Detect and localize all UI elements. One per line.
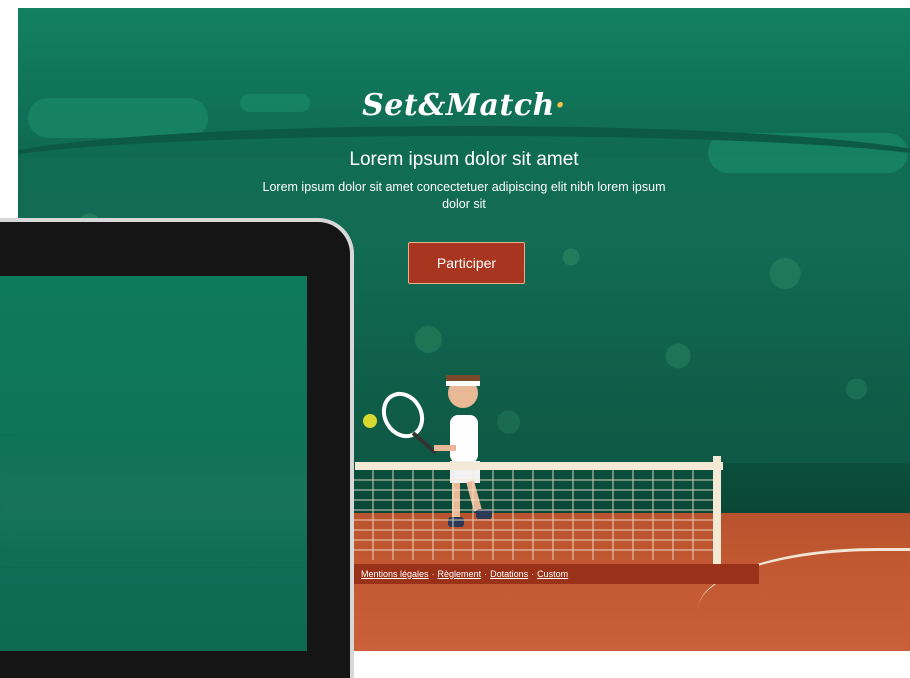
footer-links-bar: Mentions légales · Règlement · Dotations… [341, 564, 759, 584]
brand-logo: Set&Match· [18, 88, 910, 123]
tablet-screen-blur [0, 466, 307, 536]
tennis-ball-icon [363, 414, 377, 428]
tablet-screen [0, 276, 307, 651]
footer-separator: · [484, 569, 488, 579]
participate-button[interactable]: Participer [408, 242, 525, 284]
footer-separator: · [431, 569, 435, 579]
footer-link-prizes[interactable]: Dotations [490, 569, 528, 579]
footer-link-legal[interactable]: Mentions légales [361, 569, 429, 579]
footer-link-custom[interactable]: Custom [537, 569, 568, 579]
footer-link-rules[interactable]: Règlement [438, 569, 482, 579]
footer-separator: · [531, 569, 535, 579]
tennis-net [353, 456, 723, 566]
brand-name: Set&Match [362, 88, 555, 123]
brand-dot: · [554, 88, 566, 123]
hero-subline: Lorem ipsum dolor sit amet concectetuer … [262, 180, 666, 211]
hero-headline: Lorem ipsum dolor sit amet [349, 149, 579, 170]
